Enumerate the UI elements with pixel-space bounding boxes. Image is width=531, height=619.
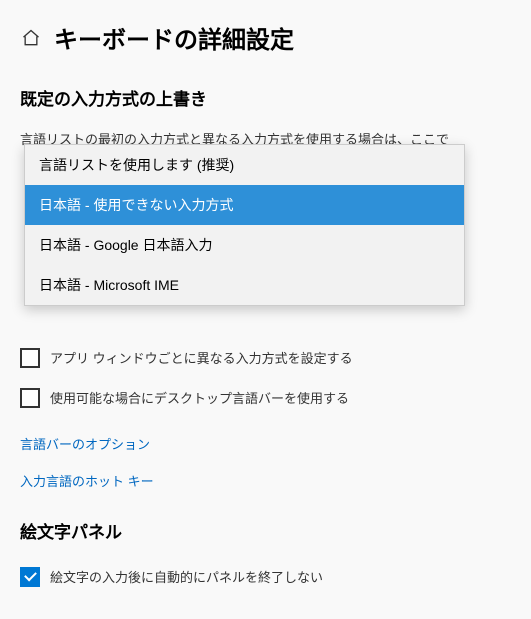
dropdown-option-google-ime[interactable]: 日本語 - Google 日本語入力 [25,225,464,265]
checkbox-box [20,348,40,368]
page-title: キーボードの詳細設定 [54,20,294,55]
checkbox-per-app-window[interactable]: アプリ ウィンドウごとに異なる入力方式を設定する [20,348,511,368]
emoji-panel-heading: 絵文字パネル [20,518,511,543]
checkbox-desktop-langbar[interactable]: 使用可能な場合にデスクトップ言語バーを使用する [20,388,511,408]
dropdown-option-unavailable[interactable]: 日本語 - 使用できない入力方式 [25,185,464,225]
input-method-dropdown[interactable]: 言語リストを使用します (推奨) 日本語 - 使用できない入力方式 日本語 - … [24,144,465,306]
input-hotkeys-link[interactable]: 入力言語のホット キー [20,471,511,490]
langbar-options-link[interactable]: 言語バーのオプション [20,434,511,453]
override-heading: 既定の入力方式の上書き [20,85,511,110]
home-icon[interactable] [20,27,42,49]
checkbox-emoji-autoclose[interactable]: 絵文字の入力後に自動的にパネルを終了しない [20,567,511,587]
dropdown-option-microsoft-ime[interactable]: 日本語 - Microsoft IME [25,265,464,305]
checkbox-section: アプリ ウィンドウごとに異なる入力方式を設定する 使用可能な場合にデスクトップ言… [20,348,511,490]
override-section: 既定の入力方式の上書き 言語リストの最初の入力方式と異なる入力方式を使用する場合… [20,85,511,150]
checkbox-box [20,388,40,408]
emoji-panel-section: 絵文字パネル 絵文字の入力後に自動的にパネルを終了しない [20,518,511,587]
checkbox-label: 絵文字の入力後に自動的にパネルを終了しない [50,567,323,586]
page-header: キーボードの詳細設定 [20,20,511,55]
checkbox-label: 使用可能な場合にデスクトップ言語バーを使用する [50,388,349,407]
dropdown-option-recommended[interactable]: 言語リストを使用します (推奨) [25,145,464,185]
checkbox-label: アプリ ウィンドウごとに異なる入力方式を設定する [50,348,353,367]
checkbox-box-checked [20,567,40,587]
